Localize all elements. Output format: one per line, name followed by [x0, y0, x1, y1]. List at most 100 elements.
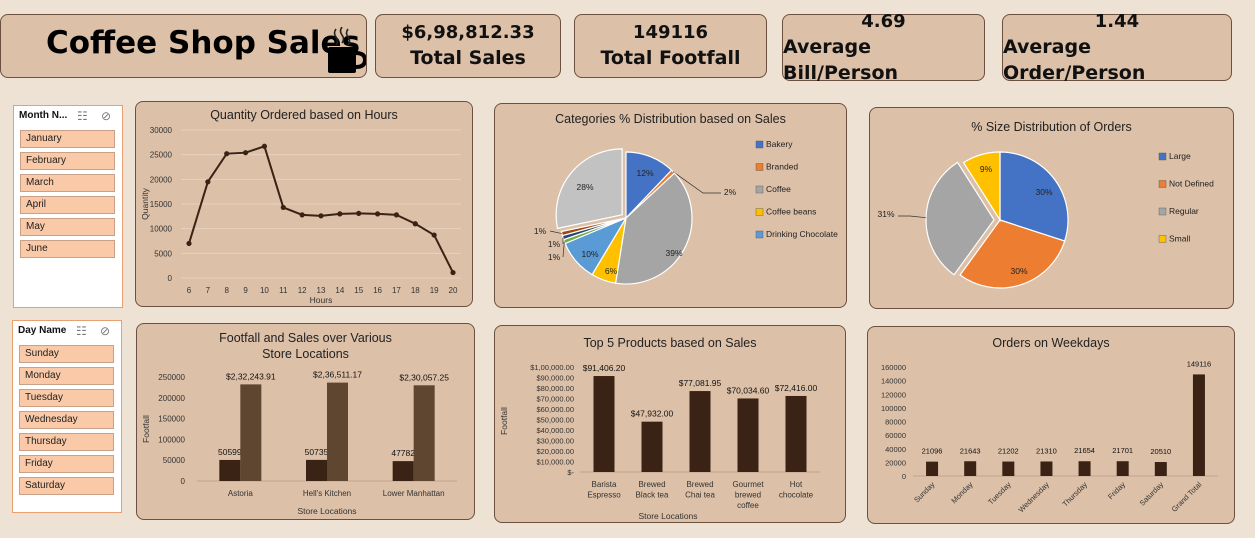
- x-tick-label: Brewed: [638, 480, 665, 489]
- data-point: [393, 212, 400, 218]
- hourly-quantity-chart: Quantity Ordered based on Hours 0 5000 100…: [135, 101, 473, 307]
- x-tick-label: coffee: [737, 501, 759, 510]
- x-axis-label: Hours: [310, 295, 333, 305]
- x-tick-label: Astoria: [228, 489, 253, 498]
- legend-swatch: [1158, 207, 1167, 216]
- slicer-item-saturday[interactable]: Saturday: [19, 477, 114, 495]
- x-tick-label: Friday: [1106, 480, 1127, 501]
- bar: [964, 461, 977, 476]
- slicer-item-tuesday[interactable]: Tuesday: [19, 389, 114, 407]
- bar: [327, 382, 348, 481]
- clear-filter-icon[interactable]: ⊘: [100, 324, 110, 338]
- slice-label: 1%: [548, 252, 561, 262]
- legend-label: Coffee beans: [766, 207, 816, 217]
- bar: [641, 421, 663, 472]
- x-tick-label: 19: [430, 286, 439, 295]
- x-tick-label: Hot: [790, 480, 803, 489]
- legend-label: Bakery: [766, 139, 793, 149]
- month-slicer[interactable]: Month N... ☷ ⊘ January February March Ap…: [13, 105, 123, 308]
- x-tick-label: 11: [279, 286, 288, 295]
- slicer-item-may[interactable]: May: [20, 218, 115, 236]
- data-label: 21701: [1112, 446, 1133, 455]
- slice-label: 9%: [980, 164, 993, 174]
- kpi-label: Average Bill/Person: [783, 35, 899, 84]
- multi-select-icon[interactable]: ☷: [76, 324, 87, 338]
- header-card: Coffee Shop Sales: [0, 14, 367, 78]
- clear-filter-icon[interactable]: ⊘: [101, 109, 111, 123]
- legend-swatch: [755, 208, 764, 216]
- top-products-chart: Top 5 Products based on Sales $- $10,000.…: [494, 325, 846, 523]
- data-label: 47782: [391, 448, 415, 458]
- slice-label: 2%: [724, 187, 737, 197]
- y-tick-label: 160000: [881, 363, 906, 372]
- slice-label: 6%: [605, 266, 618, 276]
- y-tick-label: $90,000.00: [536, 374, 574, 383]
- day-slicer[interactable]: Day Name ☷ ⊘ Sunday Monday Tuesday Wedne…: [12, 320, 122, 513]
- y-tick-label: 30000: [150, 126, 173, 135]
- y-tick-label: 100000: [158, 435, 185, 444]
- bar: [1078, 461, 1091, 476]
- slicer-item-april[interactable]: April: [20, 196, 115, 214]
- x-tick-label: Lower Manhattan: [383, 489, 445, 498]
- kpi-value: 1.44: [1094, 10, 1140, 32]
- slicer-item-friday[interactable]: Friday: [19, 455, 114, 473]
- data-point: [450, 269, 456, 276]
- bar: [689, 391, 711, 472]
- data-label: $72,416.00: [775, 383, 818, 393]
- legend-label: Not Defined: [1169, 179, 1214, 189]
- y-tick-label: $-: [567, 468, 574, 477]
- x-tick-label: Tuesday: [986, 480, 1013, 507]
- kpi-value: 4.69: [861, 10, 906, 32]
- data-point: [242, 150, 249, 156]
- x-tick-label: Saturday: [1138, 480, 1166, 508]
- legend-label: Regular: [1169, 206, 1199, 216]
- slicer-item-march[interactable]: March: [20, 174, 115, 192]
- y-tick-label: 0: [168, 274, 173, 283]
- legend-label: Drinking Chocolate: [766, 229, 838, 239]
- y-tick-label: 20000: [885, 458, 906, 467]
- data-label: 50735: [305, 447, 329, 457]
- x-tick-label: 17: [392, 286, 401, 295]
- slicer-item-january[interactable]: January: [20, 130, 115, 148]
- kpi-total-footfall: 149116 Total Footfall: [574, 14, 767, 78]
- y-tick-label: 10000: [150, 225, 173, 234]
- legend-label: Coffee: [766, 184, 791, 194]
- x-tick-label: 10: [260, 286, 269, 295]
- slicer-item-february[interactable]: February: [20, 152, 115, 170]
- data-label: 21654: [1074, 446, 1095, 455]
- y-tick-label: $20,000.00: [536, 447, 574, 456]
- bar: [1154, 462, 1167, 476]
- x-tick-label: 8: [224, 286, 229, 295]
- data-label: $47,932.00: [631, 409, 674, 419]
- x-tick-label: 16: [373, 286, 382, 295]
- y-tick-label: $70,000.00: [536, 395, 574, 404]
- x-tick-label: Wednesday: [1017, 480, 1051, 514]
- legend-swatch: [755, 185, 764, 194]
- x-tick-label: 7: [206, 286, 211, 295]
- slicer-item-thursday[interactable]: Thursday: [19, 433, 114, 451]
- x-tick-label: Sunday: [912, 480, 937, 505]
- slicer-item-wednesday[interactable]: Wednesday: [19, 411, 114, 429]
- x-tick-label: 14: [335, 286, 344, 295]
- y-tick-label: $30,000.00: [536, 437, 574, 446]
- x-tick-label: Brewed: [686, 480, 713, 489]
- slicer-item-monday[interactable]: Monday: [19, 367, 114, 385]
- y-tick-label: 0: [902, 472, 906, 481]
- y-tick-label: 20000: [150, 175, 173, 184]
- multi-select-icon[interactable]: ☷: [77, 109, 88, 123]
- slicer-item-june[interactable]: June: [20, 240, 115, 258]
- bar: [413, 385, 435, 481]
- x-tick-label: Chai tea: [685, 491, 715, 500]
- y-tick-label: 40000: [885, 445, 906, 454]
- slicer-item-sunday[interactable]: Sunday: [19, 345, 114, 363]
- bar: [926, 461, 939, 476]
- bar: [392, 461, 414, 481]
- y-tick-label: 50000: [163, 456, 186, 465]
- data-label: 50599: [218, 447, 242, 457]
- day-slicer-header: Day Name: [18, 325, 67, 336]
- slice-label: 12%: [636, 168, 653, 178]
- kpi-average-order: 1.44 Average Order/Person: [1002, 11, 1232, 84]
- x-tick-label: 13: [317, 286, 326, 295]
- slice-label: 10%: [581, 249, 598, 259]
- kpi-label: Total Sales: [410, 47, 526, 69]
